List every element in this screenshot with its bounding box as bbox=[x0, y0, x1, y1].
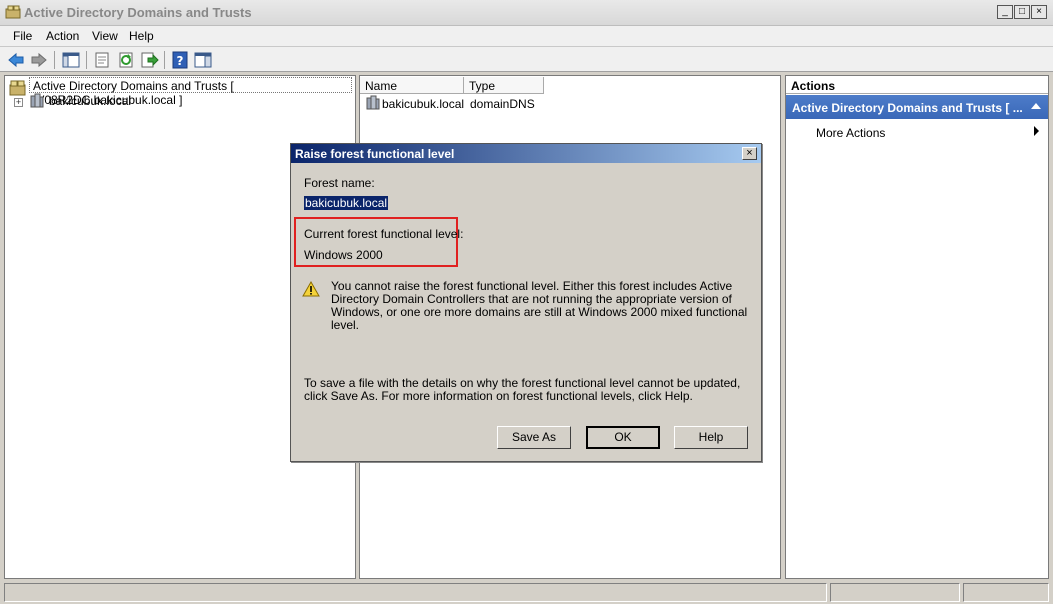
menu-view[interactable]: View bbox=[92, 29, 118, 43]
submenu-arrow-icon bbox=[1034, 126, 1039, 136]
current-level-label: Current forest functional level: bbox=[304, 227, 464, 241]
show-hide-action-pane-icon[interactable] bbox=[193, 50, 213, 70]
toolbar-separator bbox=[164, 51, 165, 69]
back-arrow-icon[interactable] bbox=[6, 50, 26, 70]
svg-text:?: ? bbox=[177, 54, 184, 68]
toolbar-separator bbox=[54, 51, 55, 69]
close-button[interactable]: × bbox=[1031, 5, 1047, 19]
toolbar: ? bbox=[0, 46, 1053, 72]
ok-button[interactable]: OK bbox=[586, 426, 660, 449]
menu-help[interactable]: Help bbox=[129, 29, 154, 43]
minimize-button[interactable]: _ bbox=[997, 5, 1013, 19]
actions-group-title[interactable]: Active Directory Domains and Trusts [ ..… bbox=[786, 95, 1048, 119]
help-button[interactable]: Help bbox=[674, 426, 748, 449]
actions-pane: Actions Active Directory Domains and Tru… bbox=[785, 75, 1049, 579]
list-row-name[interactable]: bakicubuk.local bbox=[382, 97, 464, 111]
menu-file[interactable]: File bbox=[13, 29, 32, 43]
raise-forest-level-dialog: Raise forest functional level × Forest n… bbox=[290, 143, 762, 462]
menu-action[interactable]: Action bbox=[46, 29, 79, 43]
save-info-message: To save a file with the details on why t… bbox=[304, 376, 741, 403]
more-actions-item[interactable]: More Actions bbox=[816, 126, 885, 140]
actions-header: Actions bbox=[786, 76, 1048, 94]
status-bar bbox=[0, 581, 1053, 604]
status-cell bbox=[4, 583, 827, 602]
show-hide-tree-icon[interactable] bbox=[61, 50, 81, 70]
status-cell bbox=[963, 583, 1049, 602]
forest-name-label: Forest name: bbox=[304, 176, 375, 190]
toolbar-separator bbox=[86, 51, 87, 69]
collapse-up-icon[interactable] bbox=[1031, 103, 1041, 109]
tree-expander-button[interactable]: + bbox=[14, 98, 23, 107]
ad-domains-trusts-icon bbox=[5, 5, 21, 19]
menu-bar: File Action View Help bbox=[0, 26, 1053, 46]
properties-icon[interactable] bbox=[92, 50, 112, 70]
dialog-close-button[interactable]: × bbox=[742, 147, 757, 160]
warning-icon bbox=[302, 281, 320, 297]
forest-name-value[interactable]: bakicubuk.local bbox=[304, 196, 389, 210]
ad-domains-trusts-icon bbox=[9, 80, 26, 96]
domain-icon bbox=[30, 93, 44, 108]
warning-message: You cannot raise the forest functional l… bbox=[331, 279, 748, 332]
help-icon[interactable]: ? bbox=[170, 50, 190, 70]
window-title-bar[interactable]: Active Directory Domains and Trusts _ □ … bbox=[0, 0, 1053, 26]
column-header-type[interactable]: Type bbox=[464, 77, 544, 94]
save-as-button[interactable]: Save As bbox=[497, 426, 571, 449]
dialog-title-bar[interactable]: Raise forest functional level bbox=[291, 144, 761, 163]
window-title: Active Directory Domains and Trusts bbox=[24, 5, 252, 20]
export-list-icon[interactable] bbox=[139, 50, 159, 70]
domain-icon bbox=[366, 95, 380, 110]
maximize-button[interactable]: □ bbox=[1014, 5, 1030, 19]
tree-item-domain[interactable]: bakicubuk.local bbox=[49, 94, 131, 108]
current-level-value: Windows 2000 bbox=[304, 248, 383, 262]
list-row-type: domainDNS bbox=[470, 97, 535, 111]
status-cell bbox=[830, 583, 960, 602]
column-header-name[interactable]: Name bbox=[360, 77, 464, 94]
forward-arrow-icon[interactable] bbox=[29, 50, 49, 70]
refresh-icon[interactable] bbox=[116, 50, 136, 70]
